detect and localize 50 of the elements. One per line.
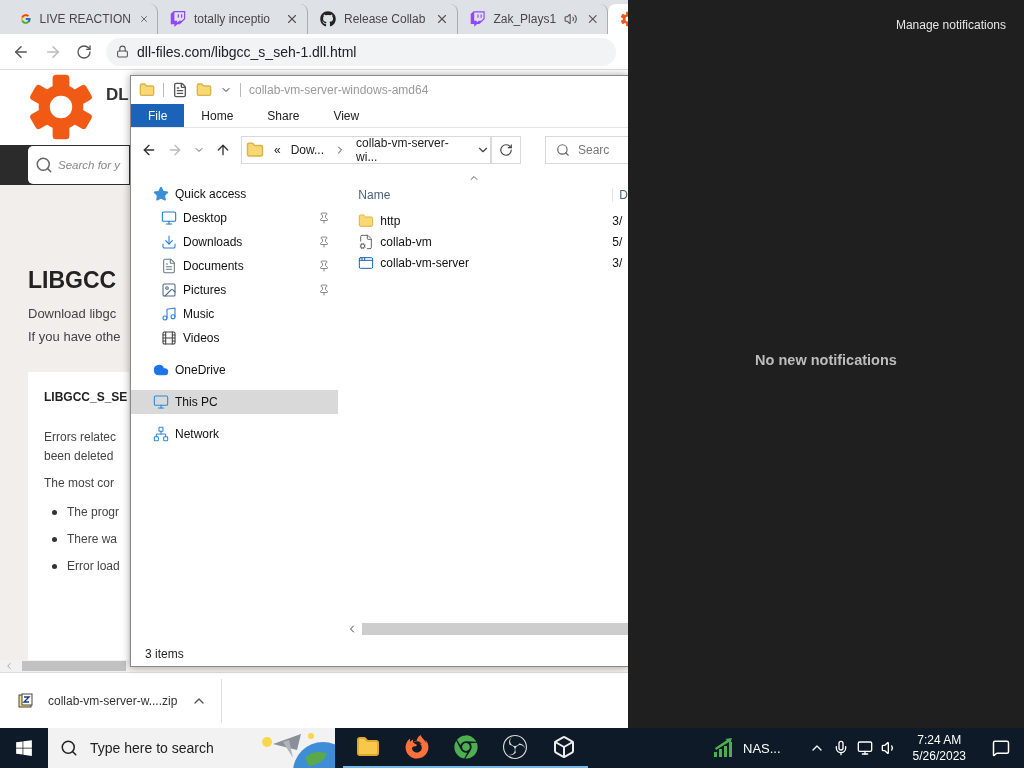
browser-tab[interactable]: totally inceptio	[158, 4, 308, 34]
card-title: LIBGCC_S_SE	[44, 390, 128, 404]
table-cell: 5/	[612, 234, 623, 249]
table-cell: 3/	[612, 255, 623, 270]
intro-text: If you have othe	[28, 328, 121, 346]
card-text: been deleted	[44, 448, 114, 465]
file-row[interactable]: collab-vm-server 3/	[346, 252, 628, 273]
browser-tab[interactable]: LIVE REACTION	[8, 4, 158, 34]
file-name: collab-vm	[380, 234, 432, 249]
ribbon-tab[interactable]: Share	[250, 104, 317, 127]
address-bar[interactable]: dll-files.com/libgcc_s_seh-1.dll.html	[106, 37, 616, 66]
ribbon-tab[interactable]: File	[131, 104, 185, 127]
nav-item[interactable]: Videos	[131, 326, 339, 350]
list-item: There wa	[67, 531, 118, 548]
window-title: collab-vm-server-windows-amd64	[249, 83, 429, 97]
table-cell: 3/	[612, 213, 623, 228]
manage-notifications-link[interactable]: Manage notifications	[895, 18, 1006, 32]
nav-item[interactable]: Desktop	[131, 206, 339, 230]
file-name: http	[380, 213, 401, 228]
clock[interactable]: 7:24 AM 5/26/2023	[904, 732, 974, 764]
file-row[interactable]: collab-vm 5/	[346, 231, 628, 252]
list-item: Error load	[67, 558, 120, 575]
nav-item[interactable]: This PC	[131, 390, 339, 414]
tray-app-label[interactable]: NAS...	[743, 740, 781, 756]
taskbar-search-field[interactable]: Type here to search	[48, 728, 335, 768]
ribbon-tab[interactable]: Home	[184, 104, 251, 127]
page-heading: LIBGCC	[28, 267, 117, 294]
site-name: DL	[106, 85, 129, 106]
list-item: The progr	[67, 504, 120, 521]
nav-item[interactable]: Downloads	[131, 230, 339, 254]
browser-tab[interactable]: Zak_Plays1	[458, 4, 608, 34]
card-text: The most cor	[44, 475, 115, 492]
empty-message: No new notifications	[755, 352, 897, 368]
download-item[interactable]: collab-vm-server-w....zip	[18, 678, 223, 723]
nav-item[interactable]: Documents	[131, 254, 339, 278]
card-text: Errors relatec	[44, 429, 117, 446]
status-text: 3 items	[144, 646, 185, 663]
column-header[interactable]: Name	[346, 188, 613, 202]
intro-text: Download libgc	[28, 305, 117, 323]
ribbon-tab[interactable]: View	[316, 104, 377, 127]
file-name: collab-vm-server	[380, 255, 469, 270]
site-search-field[interactable]: Search for y	[28, 145, 129, 184]
nav-item[interactable]: Pictures	[131, 278, 339, 302]
browser-tab[interactable]: Release Collab	[308, 4, 458, 34]
file-row[interactable]: http 3/	[346, 210, 628, 231]
nav-item[interactable]: Network	[131, 422, 339, 446]
nav-item[interactable]: Music	[131, 302, 339, 326]
nav-item[interactable]: Quick access	[131, 182, 339, 206]
address-field[interactable]: « Dow... collab-vm-server-wi...	[241, 136, 491, 164]
nav-item[interactable]: OneDrive	[131, 358, 339, 382]
